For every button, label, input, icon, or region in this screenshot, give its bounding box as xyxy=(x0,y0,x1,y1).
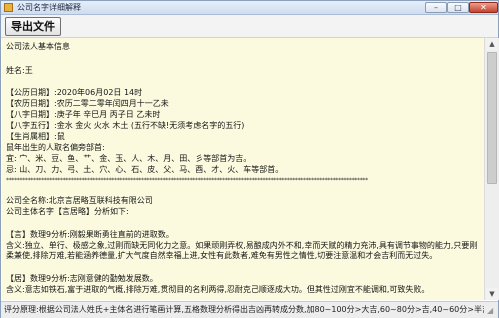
bad-radicals-line: 忌: 山、刀、力、弓、土、穴、心、石、皮、父、马、酉、才、火、车等部首。 xyxy=(6,165,284,174)
bazi-date-line: 【八字日期】:庚子年 辛巳月 丙子日 乙未时 xyxy=(6,110,161,119)
solar-date-line: 【公历日期】:2020年06月02日 14时 xyxy=(6,88,143,97)
scroll-up-arrow-icon[interactable]: ▲ xyxy=(486,38,498,50)
toolbar: 导出文件 xyxy=(1,15,498,38)
result-text-area[interactable]: 公司法人基本信息 姓名:王 【公历日期】:2020年06月02日 14时 【农历… xyxy=(2,38,484,300)
lunar-date-line: 【农历日期】:农历二零二零年闰四月十一乙未 xyxy=(6,99,169,108)
status-bar: 评分原理:根据公司法人姓氏+主体名进行笔画计算,五格数理分析得出吉凶再转成分数,… xyxy=(1,301,498,318)
analysis-intro-line: 公司主体名字【言居略】分析如下: xyxy=(6,207,129,216)
zodiac-note-line: 鼠年出生的人取名偏旁部首: xyxy=(6,143,105,152)
status-text: 评分原理:根据公司法人姓氏+主体名进行笔画计算,五格数理分析得出吉凶再转成分数,… xyxy=(4,305,484,314)
maximize-button[interactable]: □ xyxy=(447,2,469,13)
export-file-button[interactable]: 导出文件 xyxy=(5,17,61,36)
company-name-line: 公司全名称:北京言居略互联科技有限公司 xyxy=(6,196,153,205)
bazi-elements-line: 【八字五行】:金水 金火 火水 木土 (五行不缺!无须考虑名字的五行) xyxy=(6,121,245,130)
second-meaning-line: 含义:意志如铁石,富于进取的气概,排除万难,贯彻目的名利两得,忍耐克己顺逐成大功… xyxy=(6,285,430,294)
resize-grip-icon[interactable]: ◢ xyxy=(487,306,493,315)
separator-line: ****************************************… xyxy=(6,177,368,184)
score-meaning-paragraph: 含义:独立、单行、极感之象,过刚而缺无同化力之意。如果顽刚弄权,易酿成内外不和,… xyxy=(6,241,478,260)
close-button[interactable]: ✕ xyxy=(469,2,498,13)
score-line: 【言】数理9分析:刚毅果断勇往直前的进取数。 xyxy=(6,230,174,239)
vertical-scrollbar[interactable]: ▲ ▼ xyxy=(484,38,499,300)
second-score-line: 【居】数理9分析:志刚意健的勤勉发展数。 xyxy=(6,274,158,283)
minimize-button[interactable]: – xyxy=(425,2,447,13)
title-bar[interactable]: 公司名字详细解释 – □ ✕ xyxy=(1,1,498,15)
good-radicals-line: 宜: 宀、米、豆、鱼、艹、金、玉、人、木、月、田、彡等部首为吉。 xyxy=(6,154,252,163)
scroll-down-arrow-icon[interactable]: ▼ xyxy=(486,288,498,300)
app-window: 公司名字详细解释 – □ ✕ 导出文件 公司法人基本信息 姓名:王 【公历日期】… xyxy=(0,0,499,318)
name-line: 姓名:王 xyxy=(6,66,33,75)
scroll-thumb[interactable] xyxy=(487,52,497,184)
app-icon xyxy=(4,3,13,12)
section-heading: 公司法人基本信息 xyxy=(6,42,70,51)
zodiac-line: 【生肖属相】:鼠 xyxy=(6,132,65,141)
window-title: 公司名字详细解释 xyxy=(17,3,81,12)
